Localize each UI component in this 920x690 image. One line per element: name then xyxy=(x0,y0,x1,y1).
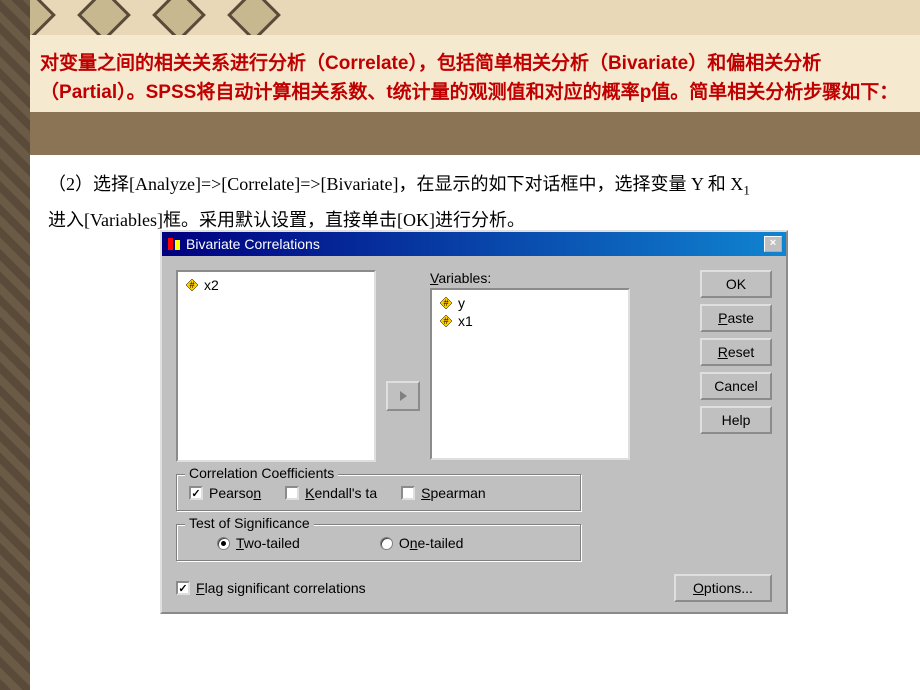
instruction-text: （2）选择[Analyze]=>[Correlate]=>[Bivariate]… xyxy=(48,167,902,203)
correlation-coefficients-group: Correlation Coefficients ✓ Pearson Kenda… xyxy=(176,474,582,512)
close-button[interactable]: × xyxy=(764,236,782,252)
list-item[interactable]: # x1 xyxy=(436,312,624,330)
checkbox-icon xyxy=(285,486,299,500)
list-item[interactable]: # x2 xyxy=(182,276,370,294)
one-tailed-radio[interactable]: One-tailed xyxy=(380,535,464,551)
variable-icon: # xyxy=(438,295,454,311)
source-variables-list[interactable]: # x2 xyxy=(176,270,376,462)
bivariate-correlations-dialog: Bivariate Correlations × # x2 Variables: xyxy=(160,230,788,614)
fieldset-legend: Test of Significance xyxy=(185,515,314,531)
kendall-checkbox[interactable]: Kendall's ta xyxy=(285,485,377,501)
target-variables-list[interactable]: # y # x1 xyxy=(430,288,630,460)
test-of-significance-group: Test of Significance Two-tailed One-tail… xyxy=(176,524,582,562)
fieldset-legend: Correlation Coefficients xyxy=(185,465,338,481)
help-button[interactable]: Help xyxy=(700,406,772,434)
options-button[interactable]: Options... xyxy=(674,574,772,602)
variable-icon: # xyxy=(438,313,454,329)
pearson-checkbox[interactable]: ✓ Pearson xyxy=(189,485,261,501)
intro-text: 对变量之间的相关关系进行分析（Correlate），包括简单相关分析（Bivar… xyxy=(40,50,910,107)
svg-text:#: # xyxy=(189,280,194,290)
arrow-right-icon xyxy=(398,390,408,402)
svg-text:#: # xyxy=(443,316,448,326)
dialog-titlebar[interactable]: Bivariate Correlations × xyxy=(162,232,786,256)
move-right-button[interactable] xyxy=(386,381,420,411)
cancel-button[interactable]: Cancel xyxy=(700,372,772,400)
dialog-title: Bivariate Correlations xyxy=(186,236,764,252)
paste-button[interactable]: Paste xyxy=(700,304,772,332)
flag-significant-checkbox[interactable]: ✓ Flag significant correlations xyxy=(176,580,366,596)
ok-button[interactable]: OK xyxy=(700,270,772,298)
intro-panel: 对变量之间的相关关系进行分析（Correlate），包括简单相关分析（Bivar… xyxy=(30,35,920,112)
svg-text:#: # xyxy=(443,298,448,308)
radio-icon xyxy=(380,537,393,550)
reset-button[interactable]: Reset xyxy=(700,338,772,366)
app-icon xyxy=(166,236,182,252)
checkbox-icon: ✓ xyxy=(176,581,190,595)
spearman-checkbox[interactable]: Spearman xyxy=(401,485,486,501)
variables-label: Variables: xyxy=(430,270,630,286)
variable-icon: # xyxy=(184,277,200,293)
two-tailed-radio[interactable]: Two-tailed xyxy=(217,535,300,551)
list-item[interactable]: # y xyxy=(436,294,624,312)
radio-icon xyxy=(217,537,230,550)
checkbox-icon: ✓ xyxy=(189,486,203,500)
checkbox-icon xyxy=(401,486,415,500)
